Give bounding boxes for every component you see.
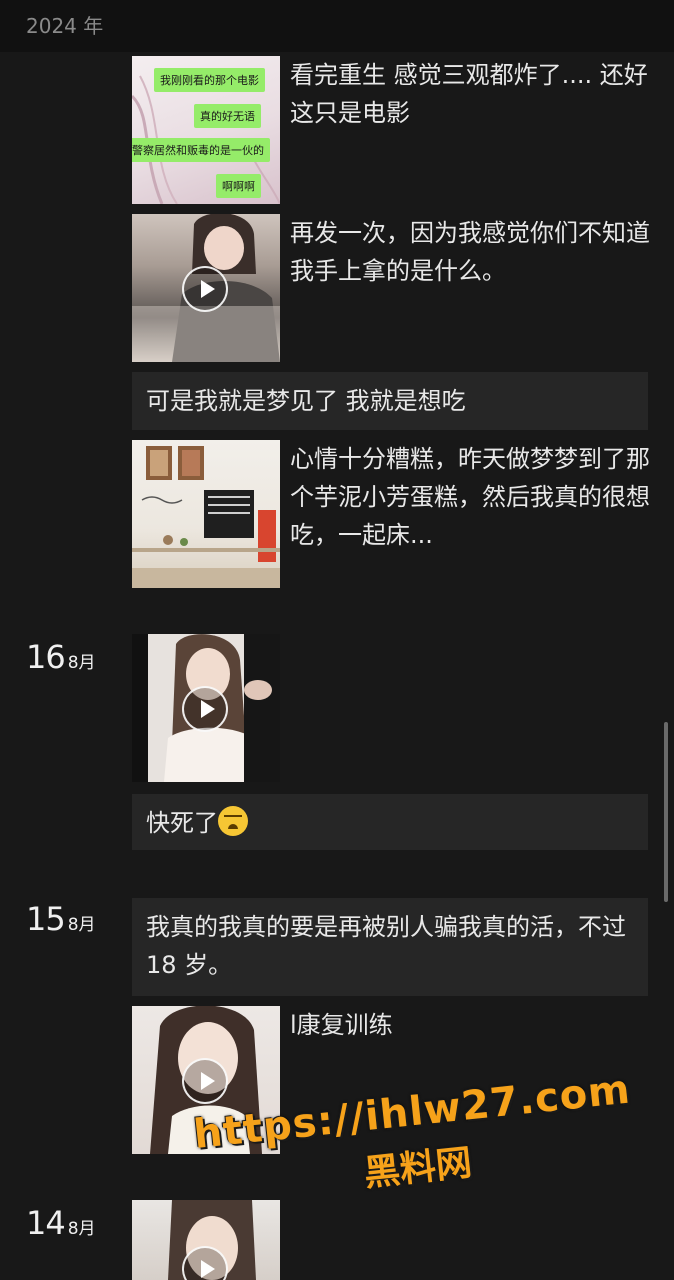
cafe-scene	[132, 446, 280, 588]
post-text: 快死了	[146, 809, 218, 837]
chat-bubble: 我刚刚看的那个电影	[154, 68, 265, 92]
date-day: 15	[26, 900, 66, 938]
moment-post[interactable]: 我刚刚看的那个电影 真的好无语 警察居然和贩毒的是一伙的 啊啊啊 看完重生 感觉…	[132, 56, 648, 204]
chat-bubble: 警察居然和贩毒的是一伙的	[132, 138, 270, 162]
text-post[interactable]: 快死了	[132, 794, 648, 850]
play-icon[interactable]	[182, 266, 228, 312]
video-thumbnail[interactable]	[132, 214, 280, 362]
cafe-photo[interactable]	[132, 440, 280, 588]
date-month: 8月	[67, 915, 96, 935]
moment-post[interactable]: 再发一次，因为我感觉你们不知道我手上拿的是什么。	[132, 214, 650, 362]
tired-face-emoji-icon	[218, 806, 248, 836]
video-thumbnail[interactable]	[132, 634, 280, 782]
date-day: 14	[26, 1204, 66, 1242]
post-caption: l康复训练	[290, 1011, 393, 1039]
play-icon[interactable]	[182, 1058, 228, 1104]
chat-bubble: 真的好无语	[194, 104, 261, 128]
chat-bubble: 啊啊啊	[216, 174, 261, 198]
date-label: 16 8月	[26, 638, 96, 676]
year-label: 2024 年	[26, 14, 104, 38]
post-caption: 心情十分糟糕，昨天做梦梦到了那个芋泥小芳蛋糕，然后我真的很想吃，一起床...	[290, 445, 650, 549]
moment-post[interactable]: 心情十分糟糕，昨天做梦梦到了那个芋泥小芳蛋糕，然后我真的很想吃，一起床...	[132, 440, 650, 588]
date-label: 15 8月	[26, 900, 96, 938]
date-day: 16	[26, 638, 66, 676]
date-month: 8月	[67, 1219, 96, 1239]
chat-screenshot-image[interactable]: 我刚刚看的那个电影 真的好无语 警察居然和贩毒的是一伙的 啊啊啊	[132, 56, 280, 204]
play-icon[interactable]	[182, 686, 228, 732]
post-caption: 看完重生 感觉三观都炸了.... 还好这只是电影	[290, 61, 648, 127]
date-month: 8月	[67, 653, 96, 673]
text-post[interactable]: 可是我就是梦见了 我就是想吃	[132, 372, 648, 430]
post-caption: 再发一次，因为我感觉你们不知道我手上拿的是什么。	[290, 219, 650, 285]
moment-post[interactable]	[132, 634, 280, 782]
date-label: 14 8月	[26, 1204, 96, 1242]
text-post[interactable]: 我真的我真的要是再被别人骗我真的活，不过 18 岁。	[132, 898, 648, 996]
year-header: 2024 年	[0, 0, 674, 52]
scrollbar[interactable]	[664, 722, 668, 902]
